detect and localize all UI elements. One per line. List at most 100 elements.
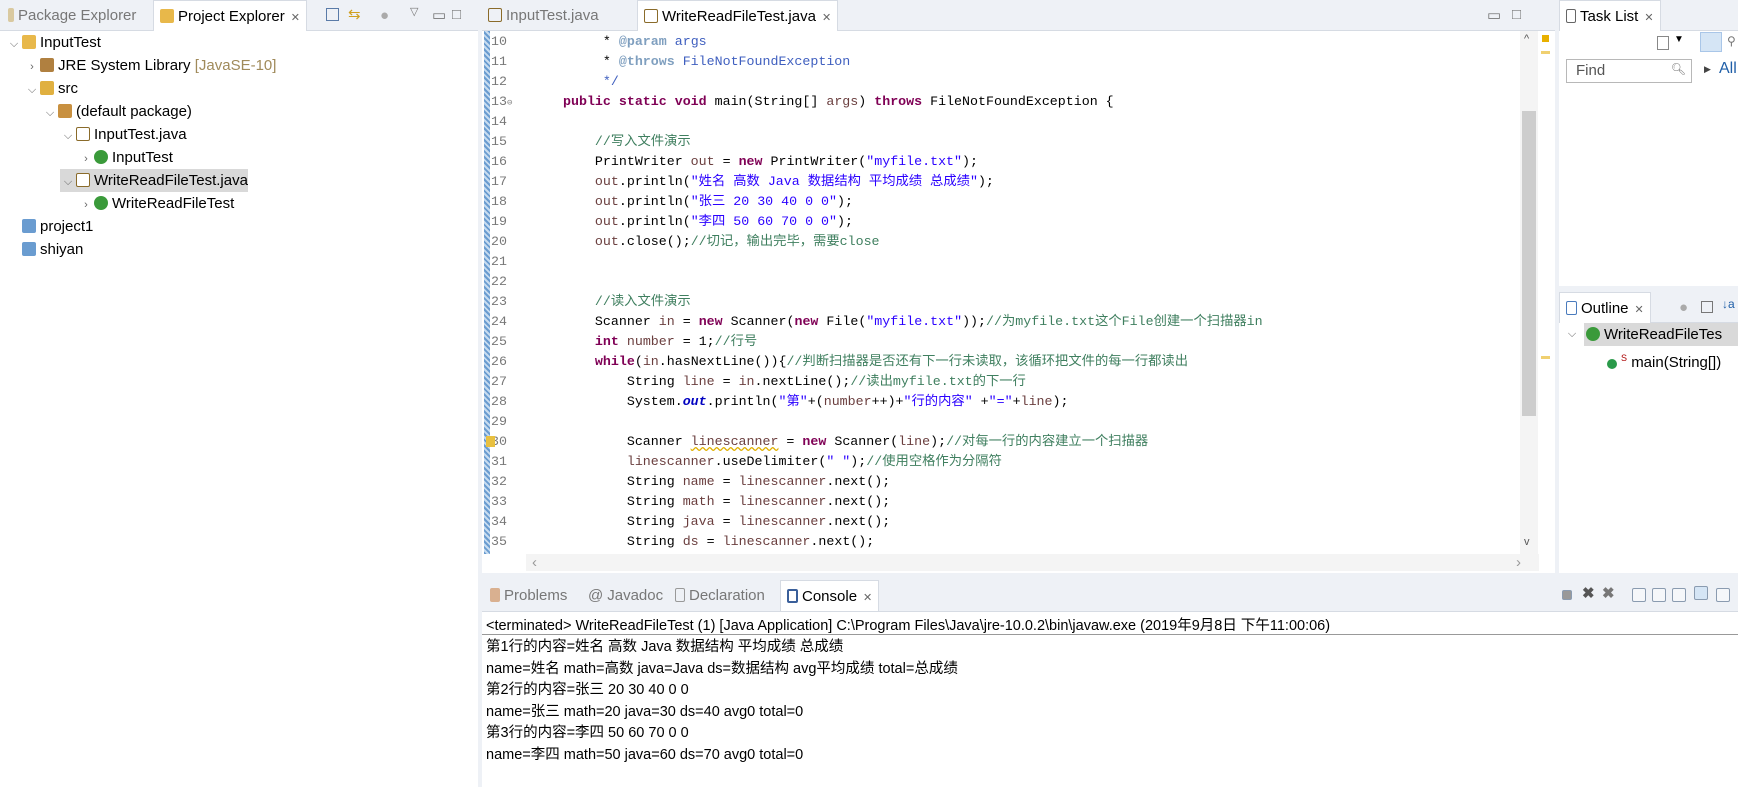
code-line[interactable]: String name = linescanner.next(); (563, 472, 890, 492)
chevron-right-icon[interactable]: › (78, 148, 94, 171)
filters-icon[interactable]: ● (380, 7, 389, 24)
fold-icon[interactable]: ⊖ (507, 98, 512, 108)
code-line[interactable]: * @throws FileNotFoundException (563, 52, 850, 72)
scroll-lock-icon[interactable] (1652, 588, 1666, 602)
close-icon[interactable]: ✕ (863, 592, 872, 604)
tab-task-list[interactable]: Task List ✕ (1559, 0, 1661, 31)
code-line[interactable]: */ (563, 72, 619, 92)
code-line[interactable]: String math = linescanner.next(); (563, 492, 890, 512)
tab-package-explorer[interactable]: Package Explorer (2, 0, 142, 31)
annotation-marker[interactable] (1541, 356, 1550, 359)
categorized-icon[interactable] (1700, 32, 1722, 52)
code-line[interactable]: //读入文件演示 (563, 292, 691, 312)
code-line[interactable]: //写入文件演示 (563, 132, 691, 152)
scrollbar-thumb[interactable] (1522, 111, 1536, 416)
expand-arrow-icon[interactable]: ▶ (1704, 64, 1711, 75)
tree-item[interactable]: › WriteReadFileTest (78, 192, 234, 215)
hide-fields-icon[interactable]: ● (1679, 299, 1688, 316)
tree-item[interactable]: ⌵ src (24, 77, 78, 100)
scroll-up-icon[interactable]: ^ (1524, 33, 1529, 45)
warning-marker[interactable] (1542, 35, 1549, 42)
code-line[interactable]: String line = in.nextLine();//读出myfile.t… (563, 372, 1026, 392)
vertical-scrollbar[interactable]: ^ v (1520, 31, 1538, 554)
maximize-icon[interactable]: □ (1512, 6, 1521, 23)
sort-icon[interactable]: ↓a (1722, 297, 1735, 311)
code-line[interactable]: linescanner.useDelimiter(" ");//使用空格作为分隔… (563, 452, 1002, 472)
code-line[interactable]: out.println("张三 20 30 40 0 0"); (563, 192, 853, 212)
maximize-icon[interactable]: □ (452, 6, 461, 23)
code-line[interactable]: Scanner linescanner = new Scanner(line);… (563, 432, 1148, 452)
tree-item[interactable]: ⌵ WriteReadFileTest.java (60, 169, 248, 192)
terminate-icon[interactable] (1562, 590, 1572, 600)
minimize-icon[interactable]: ▭ (1487, 6, 1501, 24)
tree-item-label: WriteReadFileTest (112, 195, 235, 212)
chevron-down-icon[interactable]: ⌵ (24, 79, 40, 102)
close-icon[interactable]: ✕ (822, 12, 831, 24)
tree-item[interactable]: › JRE System Library [JavaSE-10] (24, 54, 276, 77)
close-icon[interactable]: ✕ (1644, 12, 1653, 24)
minimize-icon[interactable]: ▭ (432, 6, 446, 24)
tree-item[interactable]: ⌵ (default package) (42, 100, 192, 123)
code-line[interactable]: * @param args (563, 32, 707, 52)
link-editor-icon[interactable]: ⇆ (348, 5, 361, 23)
remove-all-icon[interactable]: ✖ (1602, 584, 1615, 602)
tab-inputtest-java[interactable]: InputTest.java (482, 0, 605, 31)
warning-icon[interactable] (486, 436, 495, 447)
tree-item[interactable]: › InputTest (78, 146, 173, 169)
tab-project-explorer[interactable]: Project Explorer ✕ (153, 0, 307, 31)
tree-item[interactable]: project1 (6, 215, 93, 238)
chevron-right-icon[interactable]: › (78, 194, 94, 217)
code-line[interactable]: Scanner in = new Scanner(new File("myfil… (563, 312, 1263, 332)
collapse-all-icon[interactable] (1701, 301, 1713, 313)
code-line[interactable]: String java = linescanner.next(); (563, 512, 890, 532)
code-line[interactable]: out.println("李四 50 60 70 0 0"); (563, 212, 853, 232)
tab-console[interactable]: Console ✕ (780, 580, 880, 611)
tab-problems[interactable]: Problems (484, 580, 573, 611)
tab-javadoc[interactable]: @ Javadoc (582, 580, 669, 611)
scheduled-icon[interactable]: ⚲ (1727, 34, 1736, 48)
tree-item[interactable]: shiyan (6, 238, 83, 261)
close-icon[interactable]: ✕ (291, 12, 300, 24)
horizontal-scrollbar[interactable]: ‹ › (526, 554, 1539, 571)
code-line[interactable]: public static void main(String[] args) t… (563, 92, 1114, 112)
new-task-icon[interactable] (1657, 36, 1669, 50)
chevron-right-icon[interactable]: › (24, 56, 40, 79)
chevron-down-icon[interactable]: ⌵ (1564, 323, 1580, 346)
tree-item[interactable]: ⌵ InputTest.java (60, 123, 187, 146)
scroll-down-icon[interactable]: v (1524, 536, 1530, 548)
chevron-down-icon[interactable]: ⌵ (60, 171, 76, 194)
chevron-down-icon[interactable]: ⌵ (6, 33, 22, 56)
all-link[interactable]: All (1719, 60, 1737, 78)
remove-launch-icon[interactable]: ✖ (1582, 584, 1595, 602)
scroll-left-icon[interactable]: ‹ (532, 554, 537, 571)
clear-console-icon[interactable] (1632, 588, 1646, 602)
scroll-right-icon[interactable]: › (1516, 554, 1521, 571)
close-icon[interactable]: ✕ (1635, 304, 1644, 316)
code-line[interactable]: String ds = linescanner.next(); (563, 532, 874, 552)
tree-item-label: InputTest (112, 149, 173, 166)
tab-writereadfiletest-java[interactable]: WriteReadFileTest.java ✕ (637, 0, 839, 31)
project-explorer-tabbar: Package Explorer Project Explorer ✕ ⇆ ● ▽… (0, 0, 478, 31)
code-line[interactable]: out.println("姓名 高数 Java 数据结构 平均成绩 总成绩"); (563, 172, 994, 192)
chevron-down-icon[interactable]: ⌵ (42, 102, 58, 125)
task-find-input[interactable]: Find 🔍︎ (1566, 59, 1692, 83)
word-wrap-icon[interactable] (1672, 588, 1686, 602)
code-line[interactable]: int number = 1;//行号 (563, 332, 757, 352)
code-line[interactable]: out.close();//切记，输出完毕，需要close (563, 232, 880, 252)
tab-outline[interactable]: Outline ✕ (1559, 292, 1651, 323)
code-line[interactable]: while(in.hasNextLine()){//判断扫描器是否还有下一行未读… (563, 352, 1188, 372)
search-icon[interactable]: 🔍︎ (1671, 62, 1686, 76)
view-menu-icon[interactable]: ▽ (410, 5, 418, 18)
code-line[interactable]: System.out.println("第"+(number++)+"行的内容"… (563, 392, 1069, 412)
chevron-down-icon[interactable]: ⌵ (60, 125, 76, 148)
show-on-output-icon[interactable] (1694, 586, 1708, 600)
code-line[interactable]: PrintWriter out = new PrintWriter("myfil… (563, 152, 978, 172)
outline-class-item[interactable]: ⌵ WriteReadFileTes (1568, 323, 1738, 346)
dropdown-icon[interactable]: ▼ (1674, 34, 1684, 45)
collapse-all-icon[interactable] (326, 8, 339, 21)
outline-method-item[interactable]: S main(String[]) (1607, 347, 1721, 371)
pin-console-icon[interactable] (1716, 588, 1730, 602)
tab-declaration[interactable]: Declaration (669, 580, 771, 611)
annotation-marker[interactable] (1541, 51, 1550, 54)
tree-item[interactable]: ⌵ InputTest (6, 31, 101, 54)
